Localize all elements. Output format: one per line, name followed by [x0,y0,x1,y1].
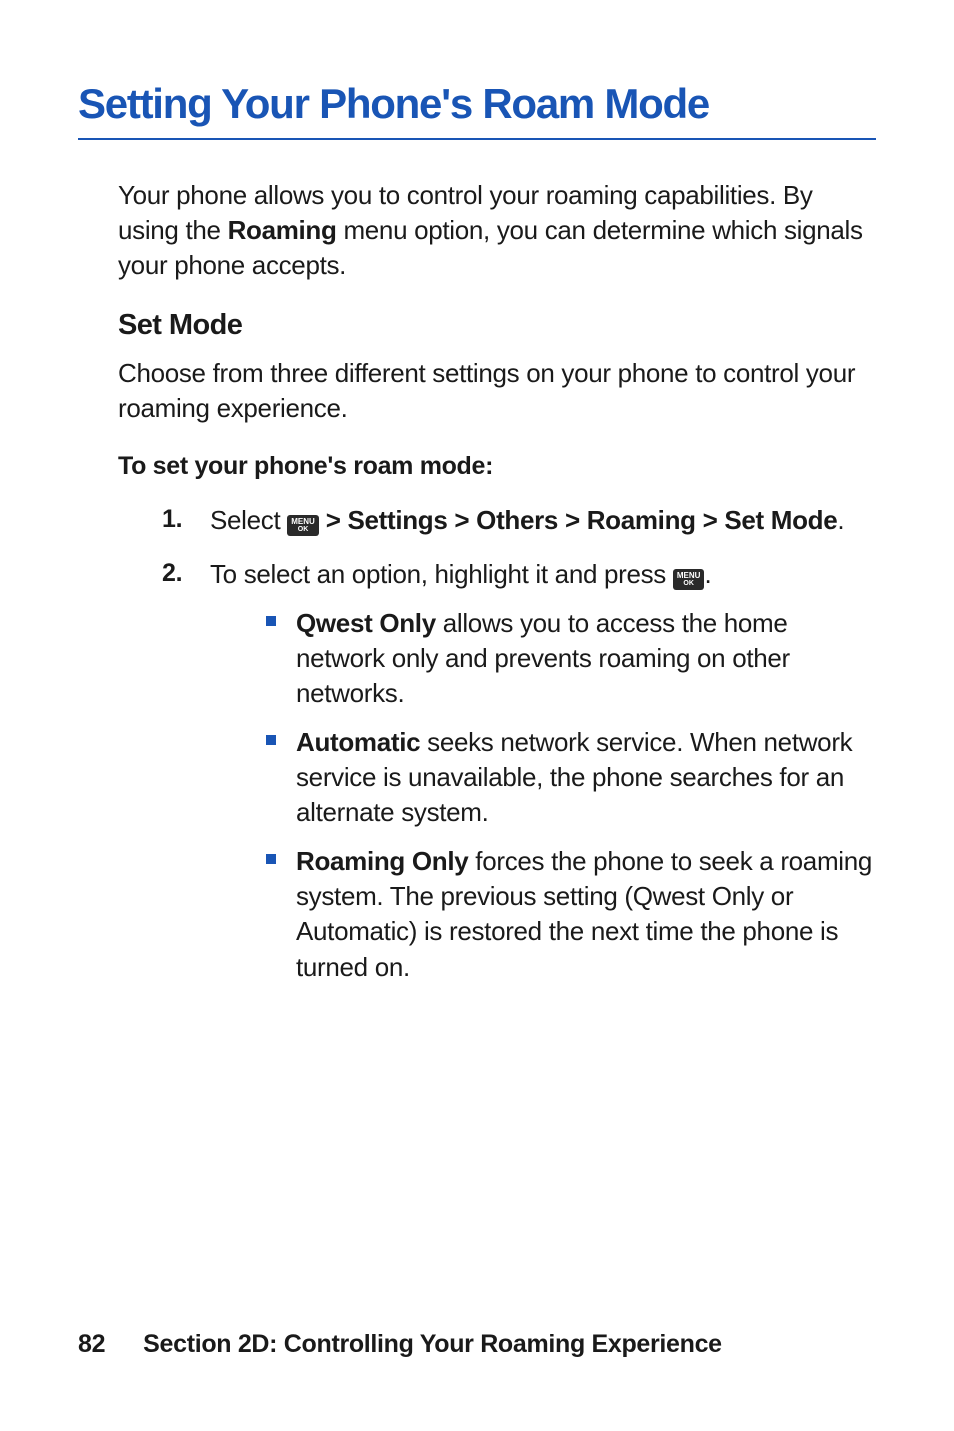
option-name: Roaming Only [296,846,468,876]
step-text-after: . [837,505,844,535]
step-text-before: To select an option, highlight it and pr… [210,559,673,589]
footer-section: Section 2D: Controlling Your Roaming Exp… [143,1330,722,1358]
manual-page: Setting Your Phone's Roam Mode Your phon… [0,0,954,1431]
page-footer: 82 Section 2D: Controlling Your Roaming E… [78,1330,722,1359]
menu-ok-icon: MENUOK [673,569,705,590]
list-item: Automatic seeks network service. When ne… [266,725,876,830]
option-name: Qwest Only [296,608,436,638]
menu-icon-line2: OK [677,580,701,587]
page-number: 82 [78,1330,105,1358]
step-text-after: . [704,559,711,589]
menu-ok-icon: MENUOK [287,515,319,536]
section-subhead: Set Mode [118,309,876,342]
step-2: 2. To select an option, highlight it and… [162,557,876,985]
intro-bold: Roaming [228,215,337,245]
menu-icon-line2: OK [291,526,315,533]
intro-paragraph: Your phone allows you to control your ro… [118,178,876,283]
step-1: 1. Select MENUOK > Settings > Others > R… [162,503,876,538]
options-list: Qwest Only allows you to access the home… [266,606,876,985]
steps-list: 1. Select MENUOK > Settings > Others > R… [162,503,876,984]
step-number: 1. [162,503,182,537]
menu-icon-line1: MENU [291,518,315,526]
step-number: 2. [162,557,182,591]
step-path-bold: > Settings > Others > Roaming > Set Mode [319,505,838,535]
step-text-before: Select [210,505,287,535]
section-paragraph: Choose from three different settings on … [118,356,876,426]
list-item: Roaming Only forces the phone to seek a … [266,844,876,984]
list-item: Qwest Only allows you to access the home… [266,606,876,711]
option-name: Automatic [296,727,420,757]
instruction-lead: To set your phone's roam mode: [118,452,876,481]
page-title: Setting Your Phone's Roam Mode [78,80,876,140]
menu-icon-line1: MENU [677,572,701,580]
